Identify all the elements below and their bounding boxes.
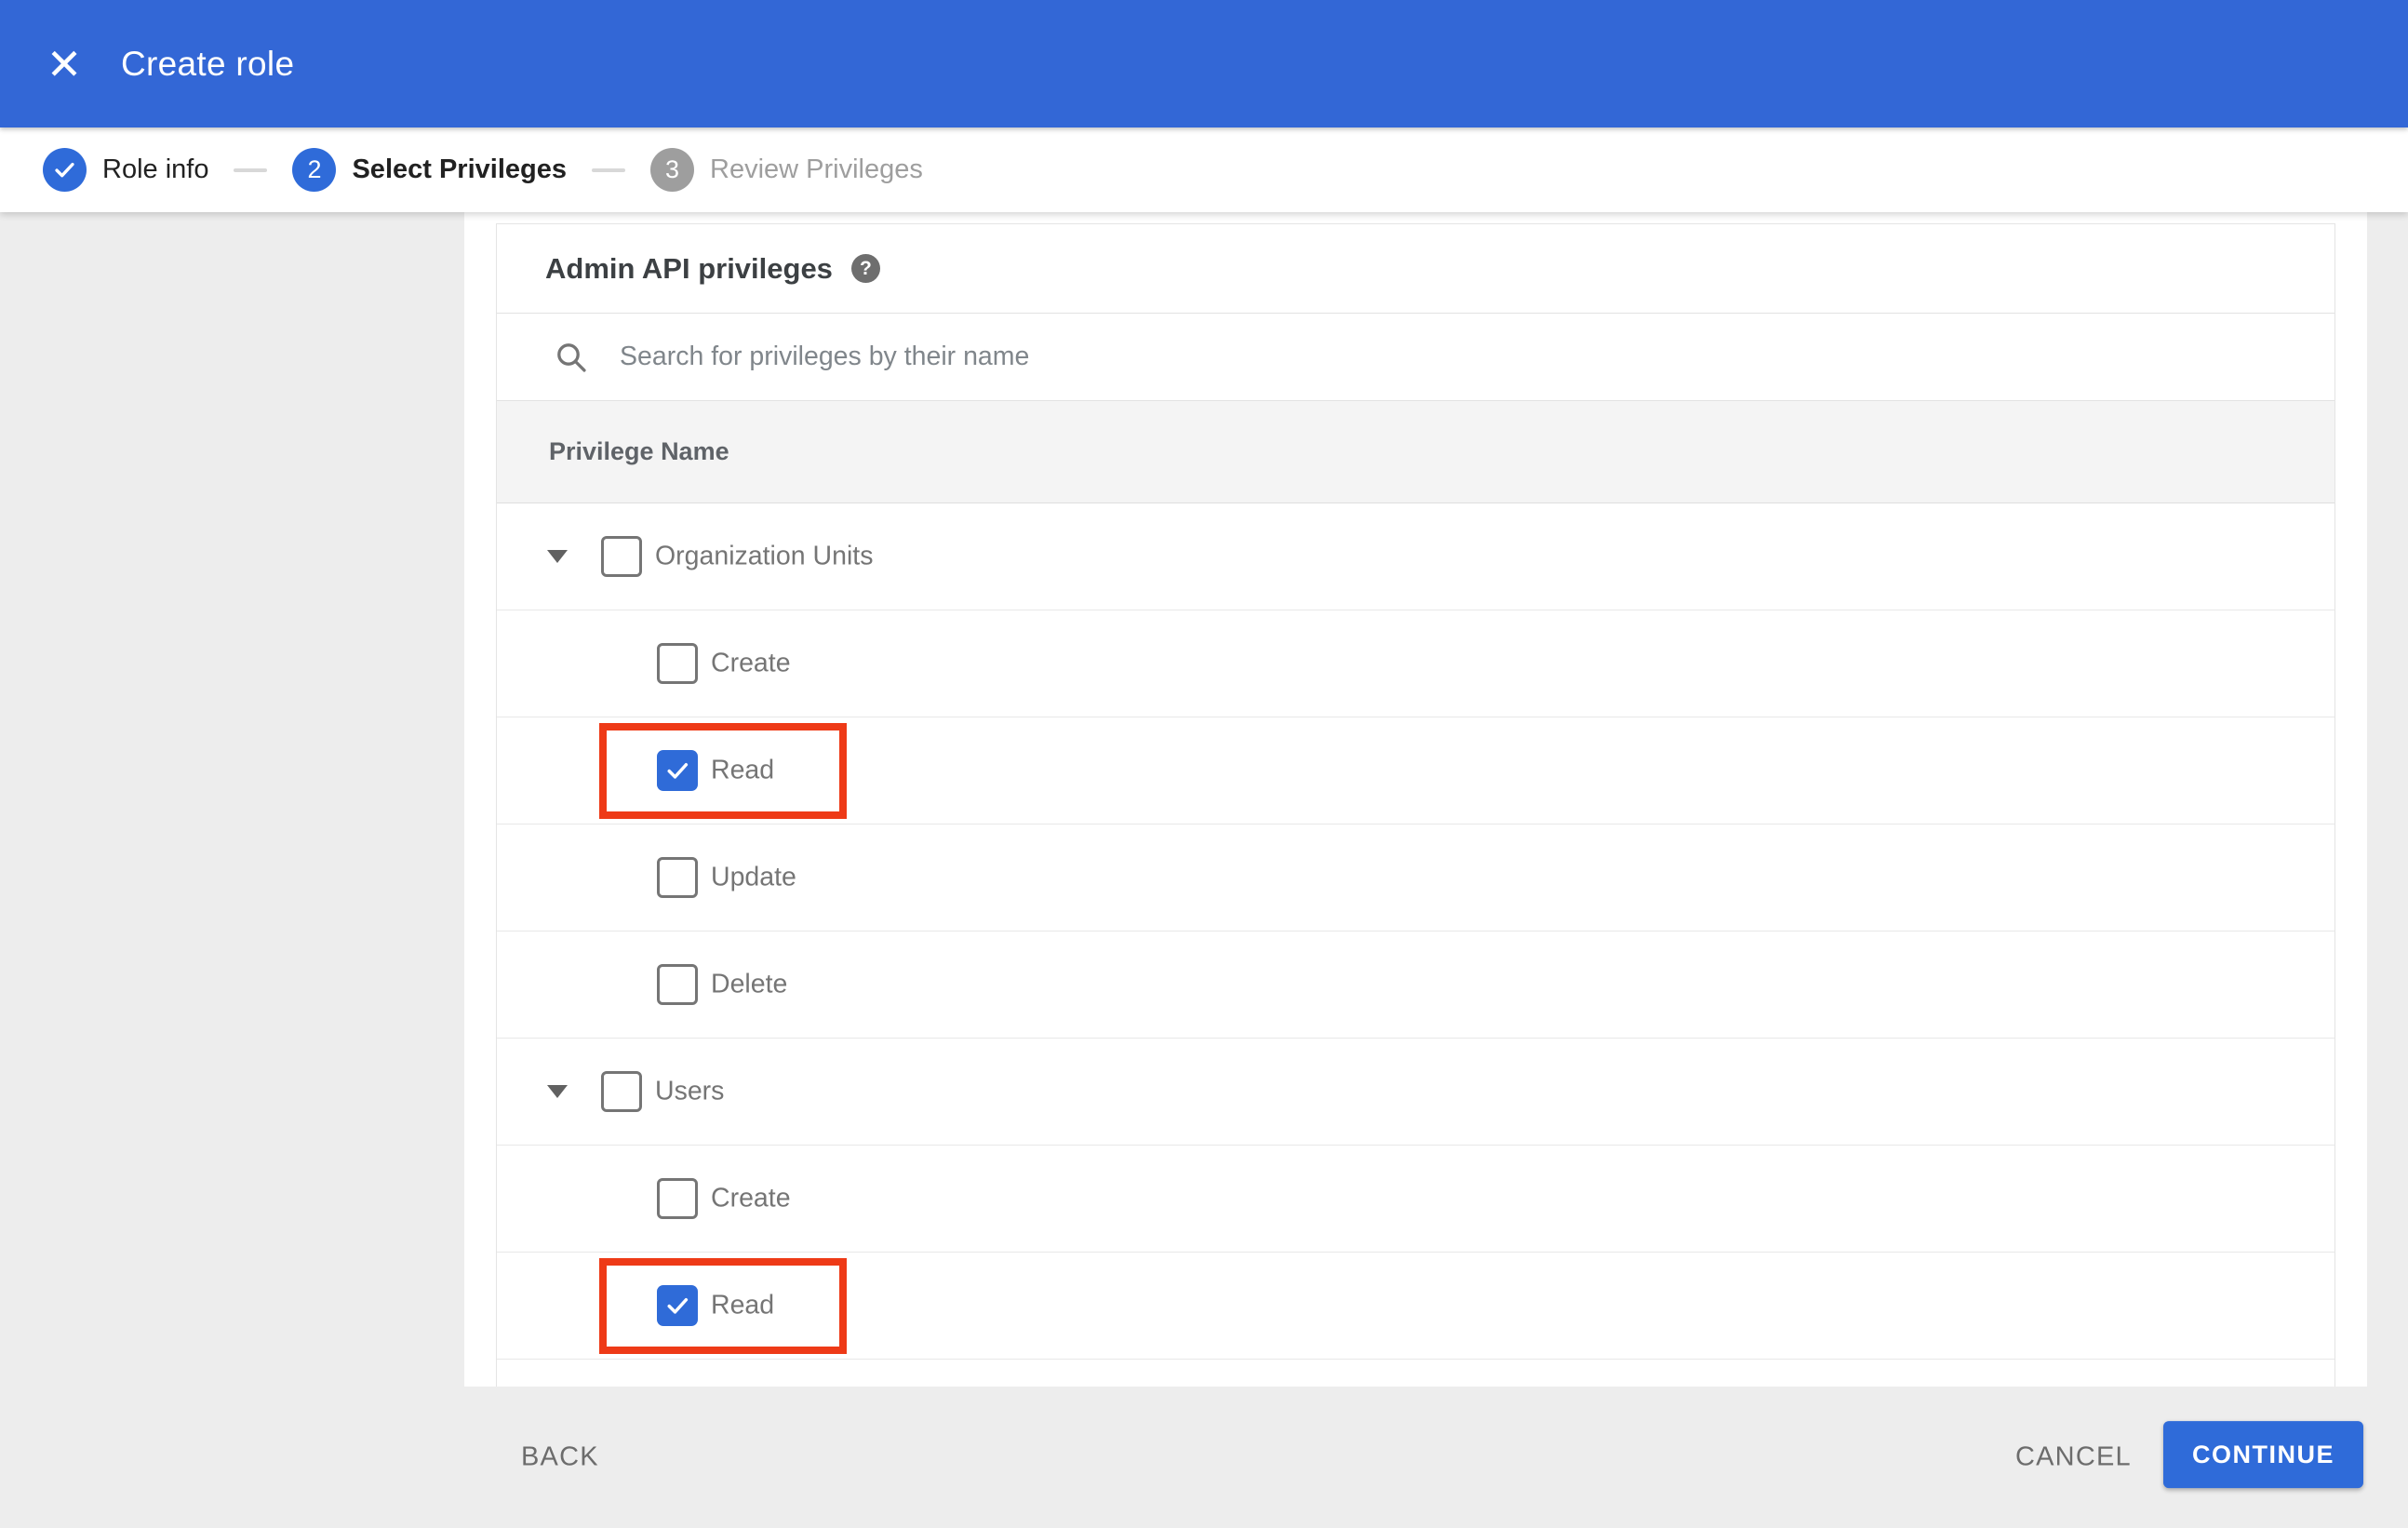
table-row: Update [497,824,2334,932]
privilege-label: Read [711,755,775,785]
left-gutter [464,212,496,1387]
table-row: Read [497,717,2334,824]
section-title: Admin API privileges [545,251,833,285]
appbar: ✕ Create role [0,0,2408,127]
step-role-info[interactable]: Role info [43,148,208,192]
continue-button[interactable]: CONTINUE [2163,1421,2363,1489]
dialog-title: Create role [121,44,295,83]
checkbox-create[interactable] [657,643,698,684]
clipped-row [497,1360,2334,1387]
footer-bar: BACK CANCEL CONTINUE [0,1387,2408,1528]
column-header-privilege-name: Privilege Name [549,437,729,465]
step-label: Review Privileges [710,154,923,184]
checkbox-update[interactable] [657,857,698,898]
card-title-row: Admin API privileges ? [497,224,2334,314]
table-row: Delete [497,932,2334,1039]
close-icon[interactable]: ✕ [41,41,87,87]
help-icon[interactable]: ? [850,254,880,283]
step-select-privileges[interactable]: 2 Select Privileges [292,148,567,192]
stepper: Role info 2 Select Privileges 3 Review P… [0,127,2408,212]
privilege-label: Organization Units [655,541,874,571]
left-side-panel [0,212,464,1387]
right-gutter [2335,212,2367,1387]
table-row: Read [497,1253,2334,1360]
step-label: Role info [102,154,209,184]
privilege-label: Users [655,1076,725,1106]
checkbox-read-users[interactable] [657,1285,698,1326]
step-label: Select Privileges [352,154,567,184]
privilege-label: Create [711,1183,791,1213]
step-connector [592,168,625,172]
step-number-badge: 3 [650,148,694,192]
search-row [497,314,2334,401]
step-complete-check-icon [43,148,87,192]
step-review-privileges[interactable]: 3 Review Privileges [650,148,923,192]
check-icon [667,1298,689,1314]
step-connector [234,168,268,172]
step-number-badge: 2 [292,148,337,192]
search-input[interactable] [618,341,2013,373]
privilege-label: Delete [711,969,788,999]
privilege-label: Create [711,648,791,678]
table-row: Organization Units [497,503,2334,610]
checkbox-delete[interactable] [657,964,698,1005]
table-header: Privilege Name [497,401,2334,503]
collapse-arrow-icon[interactable] [547,550,568,563]
checkbox-read[interactable] [657,750,698,791]
collapse-arrow-icon[interactable] [547,1085,568,1098]
privilege-label: Read [711,1290,775,1320]
checkbox-organization-units[interactable] [601,536,642,577]
content-area: Admin API privileges ? Privilege Name Or… [0,212,2408,1387]
table-row: Users [497,1039,2334,1146]
privileges-card: Admin API privileges ? Privilege Name Or… [496,223,2335,1387]
search-icon [557,342,586,372]
table-row: Create [497,1146,2334,1253]
privilege-label: Update [711,862,796,892]
check-icon [55,162,74,178]
right-side-panel [2367,212,2408,1387]
check-icon [667,763,689,779]
table-row: Create [497,610,2334,717]
checkbox-create-users[interactable] [657,1178,698,1219]
back-button[interactable]: BACK [508,1433,612,1482]
cancel-button[interactable]: CANCEL [2002,1433,2145,1482]
checkbox-users[interactable] [601,1071,642,1112]
